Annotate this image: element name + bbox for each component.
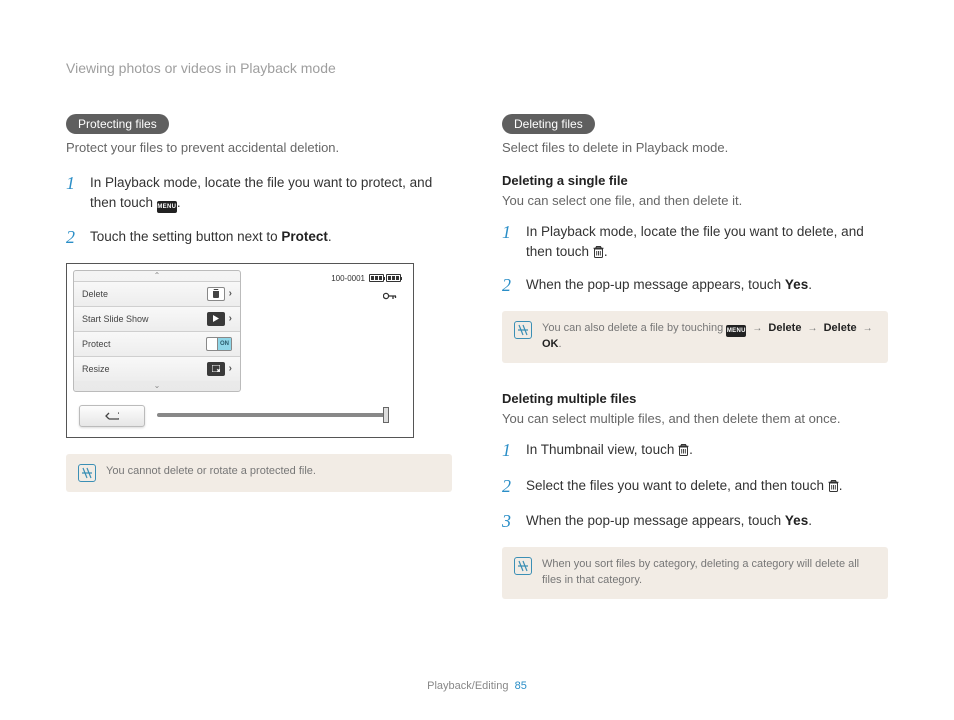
note-text: When you sort files by category, deletin… [542,557,876,589]
right-column: Deleting files Select files to delete in… [502,114,888,599]
footer-section: Playback/Editing [427,680,508,692]
arrow-right-icon: → [860,323,876,334]
step-text: In Playback mode, locate the file you wa… [526,224,864,259]
menu-label: Delete [82,289,108,299]
chevron-right-icon: › [229,313,232,324]
note-icon [78,464,96,482]
step-1: 1 In Playback mode, locate the file you … [66,173,452,213]
caret-up-icon: ⌃ [74,271,240,281]
step-number: 1 [66,173,80,213]
step-suffix: . [689,442,693,457]
step-suffix: . [808,277,812,292]
step-number: 2 [502,275,516,297]
step-suffix: . [808,513,812,528]
step-text: In Playback mode, locate the file you wa… [90,175,432,210]
menu-row-protect: Protect ON [74,331,240,356]
card-icon [369,274,384,282]
step-2: 2 Select the files you want to delete, a… [502,476,888,498]
step-2: 2 When the pop-up message appears, touch… [502,275,888,297]
step-1: 1 In Thumbnail view, touch . [502,440,888,462]
step-number: 3 [502,511,516,533]
delete-keyword: Delete [768,322,801,334]
step-text: In Thumbnail view, touch [526,442,678,457]
menu-icon: MENU [726,325,746,337]
menu-row-delete: Delete › [74,281,240,306]
subdesc-single: You can select one file, and then delete… [502,193,888,208]
note-box: You can also delete a file by touching M… [502,311,888,363]
trash-icon [207,287,225,301]
back-button [79,405,145,427]
step-number: 1 [502,222,516,261]
intro-text: Protect your files to prevent accidental… [66,140,452,155]
note-box: You cannot delete or rotate a protected … [66,454,452,492]
delete-keyword: Delete [824,322,857,334]
trash-icon [828,480,839,492]
step-number: 2 [502,476,516,498]
key-lock-icon [383,290,397,304]
toggle-on: ON [206,337,232,351]
page-title: Viewing photos or videos in Playback mod… [66,60,888,76]
play-icon [207,312,225,326]
step-text: When the pop-up message appears, touch [526,513,785,528]
yes-keyword: Yes [785,513,808,528]
chevron-right-icon: › [229,288,232,299]
trash-icon [678,444,689,456]
page-number: 85 [515,680,527,692]
arrow-right-icon: → [805,323,821,334]
step-text: When the pop-up message appears, touch [526,277,785,292]
menu-label: Start Slide Show [82,314,149,324]
subhead-single: Deleting a single file [502,173,888,188]
subdesc-multi: You can select multiple files, and then … [502,411,888,426]
step-2: 2 Touch the setting button next to Prote… [66,227,452,249]
note-text: You can also delete a file by touching [542,322,726,334]
camera-menu-illustration: ⌃ Delete › Start Slide Show › Protect ON [66,263,414,438]
step-suffix: . [839,478,843,493]
step-text: Touch the setting button next to [90,229,281,244]
step-suffix: . [604,244,608,259]
arrow-right-icon: → [749,323,765,334]
yes-keyword: Yes [785,277,808,292]
note-text: You cannot delete or rotate a protected … [106,464,440,480]
step-1: 1 In Playback mode, locate the file you … [502,222,888,261]
page-footer: Playback/Editing 85 [0,680,954,692]
pill-protecting-files: Protecting files [66,114,169,134]
menu-label: Resize [82,364,110,374]
step-suffix: . [177,195,181,210]
step-text: Select the files you want to delete, and… [526,478,828,493]
pill-deleting-files: Deleting files [502,114,595,134]
ok-label: OK [542,338,559,350]
menu-label: Protect [82,339,111,349]
slider-rail [157,413,387,417]
left-column: Protecting files Protect your files to p… [66,114,452,599]
intro-text: Select files to delete in Playback mode. [502,140,888,155]
menu-icon: MENU [157,201,177,213]
subhead-multi: Deleting multiple files [502,391,888,406]
back-arrow-icon [105,411,119,421]
step-suffix: . [328,229,332,244]
chevron-right-icon: › [229,363,232,374]
file-counter: 100-0001 [331,274,365,283]
trash-icon [593,246,604,258]
menu-row-resize: Resize › [74,356,240,381]
resize-icon [207,362,225,376]
slider-end [383,407,389,423]
menu-row-slideshow: Start Slide Show › [74,306,240,331]
status-bar: 100-0001 [331,274,401,283]
step-number: 1 [502,440,516,462]
step-number: 2 [66,227,80,249]
step-3: 3 When the pop-up message appears, touch… [502,511,888,533]
menu-panel: ⌃ Delete › Start Slide Show › Protect ON [73,270,241,392]
note-box: When you sort files by category, deletin… [502,547,888,599]
caret-down-icon: ⌄ [74,381,240,391]
note-icon [514,321,532,339]
battery-icon [386,274,401,282]
protect-keyword: Protect [281,229,328,244]
note-icon [514,557,532,575]
